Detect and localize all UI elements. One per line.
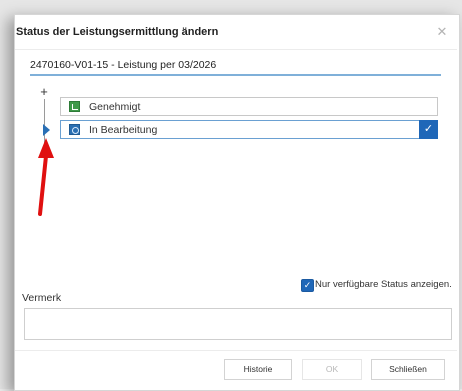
footer-divider	[15, 350, 457, 351]
subject-underline	[30, 74, 441, 76]
title-divider	[15, 49, 457, 50]
close-icon[interactable]: ✕	[436, 25, 448, 38]
status-label: In Bearbeitung	[89, 124, 158, 136]
triangle-right-icon	[43, 124, 50, 136]
note-label: Vermerk	[22, 292, 62, 304]
ok-button[interactable]: OK	[302, 359, 362, 380]
filter-checkbox-label: Nur verfügbare Status anzeigen.	[315, 279, 452, 290]
annotation-arrow-icon	[38, 138, 54, 216]
status-option-in-bearbeitung[interactable]: In Bearbeitung ✓	[60, 120, 438, 139]
dialog-title: Status der Leistungsermittlung ändern	[16, 26, 219, 38]
history-button[interactable]: Historie	[224, 359, 292, 380]
approved-icon	[69, 101, 80, 112]
plus-icon[interactable]: +	[38, 85, 50, 98]
close-button[interactable]: Schließen	[371, 359, 445, 380]
note-input[interactable]	[24, 308, 452, 340]
subject-field[interactable]: 2470160-V01-15 - Leistung per 03/2026	[30, 56, 440, 74]
status-label: Genehmigt	[89, 101, 141, 113]
checkmark-icon: ✓	[419, 120, 438, 139]
in-progress-icon	[69, 124, 80, 135]
status-option-genehmigt[interactable]: Genehmigt	[60, 97, 438, 116]
filter-checkbox[interactable]: ✓	[301, 279, 314, 292]
